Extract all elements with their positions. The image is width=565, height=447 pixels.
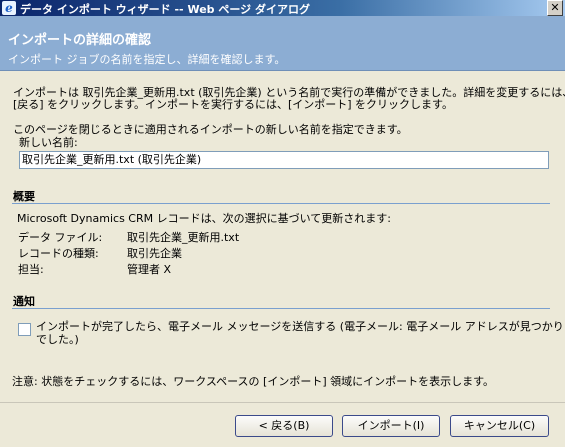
checkbox-label-line-1: インポートが完了したら、電子メール メッセージを送信する (電子メール: 電子メ… [36,320,565,333]
import-button[interactable]: インポート(I) [342,415,440,437]
close-button[interactable]: ✕ [547,0,563,16]
owner-value: 管理者 X [127,263,172,276]
data-file-value: 取引先企業_更新用.txt [127,231,240,244]
checkbox-label-line-2: でした。) [36,333,79,346]
window-title: データ インポート ウィザード -- Web ページ ダイアログ [20,3,310,16]
intro-line-2: [戻る] をクリックします。インポートを実行するには、[インポート] をクリック… [13,98,453,111]
name-field-label: 新しい名前: [19,136,78,149]
summary-title: 概要 [13,190,35,203]
summary-description: Microsoft Dynamics CRM レコードは、次の選択に基づいて更新… [17,212,391,225]
footer-divider [0,402,565,403]
data-file-label: データ ファイル: [18,231,103,244]
record-type-label: レコードの種類: [18,247,99,260]
notification-divider [12,308,550,309]
cancel-button[interactable]: キャンセル(C) [450,415,549,437]
owner-label: 担当: [18,263,44,276]
summary-divider [12,203,550,204]
title-bar: e データ インポート ウィザード -- Web ページ ダイアログ ✕ [0,0,565,16]
header-banner: インポートの詳細の確認 インポート ジョブの名前を指定し、詳細を確認します。 [0,16,565,71]
status-note: 注意: 状態をチェックするには、ワークスペースの [インポート] 領域にインポー… [12,375,495,388]
email-notification-checkbox[interactable] [18,323,31,336]
back-button[interactable]: < 戻る(B) [235,415,333,437]
record-type-value: 取引先企業 [127,247,182,260]
page-heading: インポートの詳細の確認 [8,33,152,48]
notification-title: 通知 [13,295,35,308]
ie-icon: e [2,1,16,15]
page-subtitle: インポート ジョブの名前を指定し、詳細を確認します。 [8,53,286,66]
new-name-input[interactable] [19,151,549,169]
